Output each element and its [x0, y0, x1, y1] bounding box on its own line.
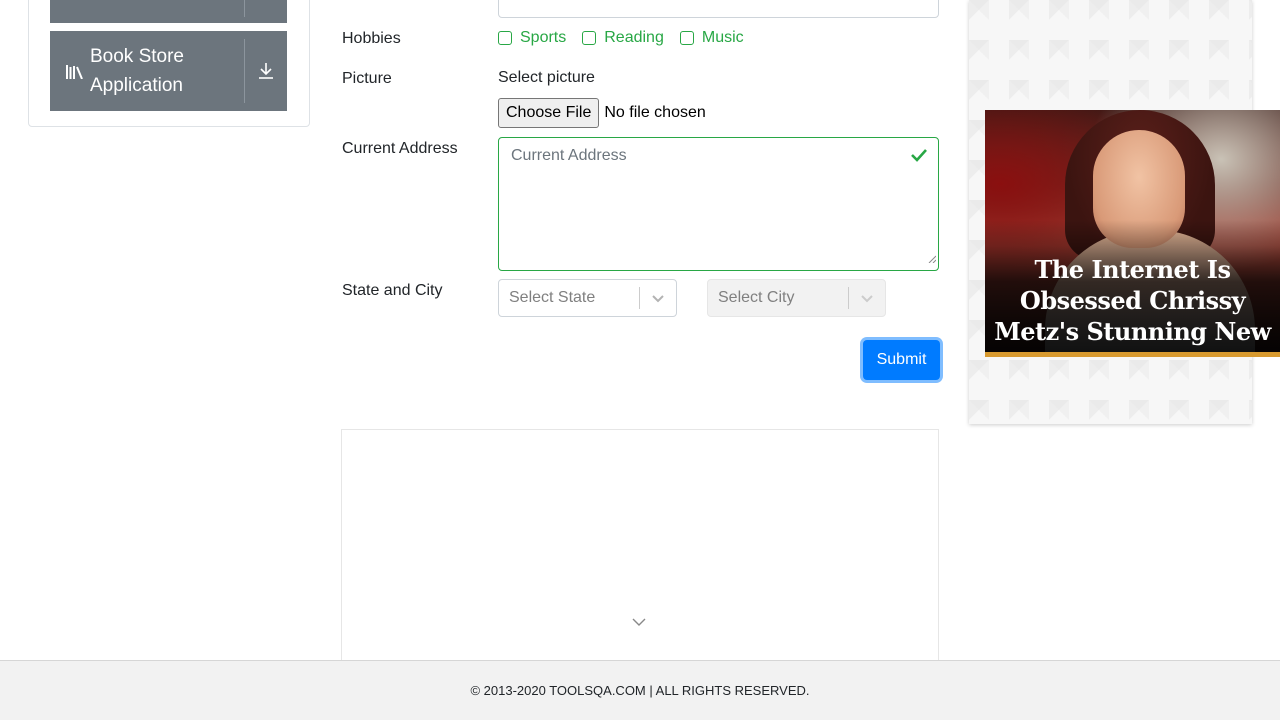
chevron-down-icon[interactable] — [849, 293, 885, 303]
previous-field-input[interactable] — [498, 0, 939, 18]
current-address-textarea[interactable]: Current Address — [498, 137, 939, 271]
hobbies-label: Hobbies — [342, 30, 401, 47]
copyright-text: © 2013-2020 TOOLSQA.COM | ALL RIGHTS RES… — [470, 683, 810, 698]
ad-headline[interactable]: The Internet Is Obsessed Chrissy Metz's … — [985, 254, 1280, 357]
file-status: No file chosen — [604, 104, 706, 121]
choose-file-button[interactable]: Choose File — [498, 98, 600, 128]
checkbox-box[interactable] — [582, 31, 597, 45]
promo-ad[interactable]: The Internet Is Obsessed Chrissy Metz's … — [985, 110, 1280, 357]
chevron-down-icon[interactable] — [640, 293, 676, 303]
state-city-label: State and City — [342, 282, 443, 299]
chevron-icon — [245, 0, 287, 23]
city-select[interactable]: Select City — [707, 279, 886, 317]
file-upload[interactable]: Choose File No file chosen — [498, 98, 706, 128]
hobby-checkbox-sports[interactable]: Sports — [498, 29, 566, 47]
chevron-down-icon[interactable] — [631, 614, 647, 632]
sidebar-group-label: Book Store Application — [90, 46, 184, 96]
state-select[interactable]: Select State — [498, 279, 677, 317]
footer: © 2013-2020 TOOLSQA.COM | ALL RIGHTS RES… — [0, 660, 1280, 720]
address-placeholder: Current Address — [511, 147, 627, 164]
checkbox-box[interactable] — [498, 31, 512, 45]
sidebar-group-previous[interactable] — [50, 0, 287, 23]
hobby-checkbox-reading[interactable]: Reading — [582, 29, 664, 47]
hobby-label[interactable]: Music — [702, 29, 744, 47]
hobbies-group: Sports Reading Music — [498, 29, 760, 47]
state-placeholder: Select State — [509, 289, 596, 306]
hobby-checkbox-music[interactable]: Music — [679, 29, 744, 47]
resize-handle-icon[interactable] — [928, 250, 937, 268]
hobby-label[interactable]: Reading — [604, 29, 664, 47]
current-address-label: Current Address — [342, 140, 458, 157]
picture-label: Picture — [342, 70, 392, 87]
sidebar-group-previous-label — [50, 0, 245, 17]
hobby-label[interactable]: Sports — [520, 29, 566, 47]
checkmark-icon — [910, 148, 928, 167]
sidebar-group-book-store[interactable]: Book Store Application — [50, 31, 287, 111]
ad-container — [341, 429, 939, 669]
picture-hint: Select picture — [498, 69, 595, 86]
sidebar-group-header[interactable]: Book Store Application — [50, 39, 245, 103]
city-placeholder: Select City — [718, 289, 795, 306]
download-arrow-icon[interactable] — [245, 31, 287, 111]
submit-button[interactable]: Submit — [863, 340, 940, 380]
book-icon — [66, 65, 84, 82]
checkbox-box[interactable] — [679, 31, 694, 45]
ad-accent-bar — [985, 352, 1280, 357]
